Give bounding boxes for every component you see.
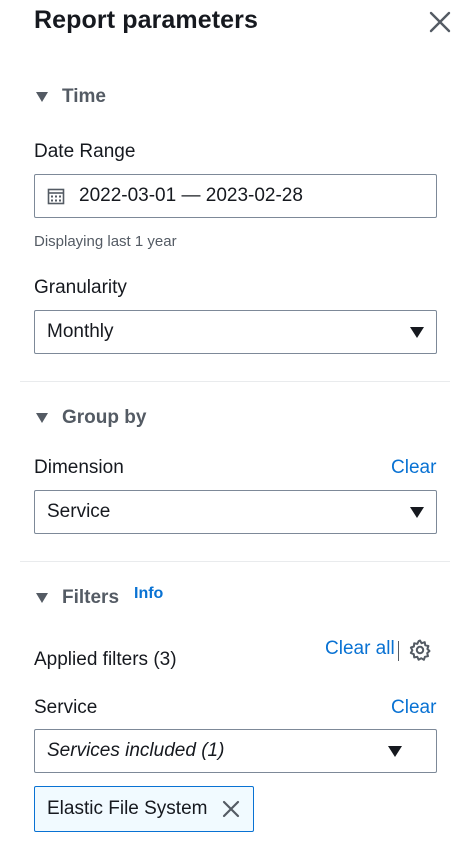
dropdown-arrow-icon xyxy=(388,745,402,757)
granularity-value: Monthly xyxy=(47,321,114,342)
filter-chip: Elastic File System xyxy=(34,786,255,832)
filters-section-toggle[interactable]: Filters xyxy=(34,587,119,609)
link-separator xyxy=(398,641,399,661)
service-clear-link[interactable]: Clear xyxy=(391,697,436,719)
service-filter-value: Services included (1) xyxy=(47,740,225,761)
time-section-heading: Time xyxy=(62,86,107,107)
caret-down-icon xyxy=(36,92,48,102)
applied-filters-label: Applied filters (3) xyxy=(34,649,177,670)
granularity-label: Granularity xyxy=(34,277,127,298)
service-filter-select[interactable]: Services included (1) xyxy=(34,729,437,773)
dimension-clear-link[interactable]: Clear xyxy=(391,457,436,479)
settings-gear-icon[interactable] xyxy=(408,638,432,662)
caret-down-icon xyxy=(36,413,48,423)
date-range-label: Date Range xyxy=(34,141,136,162)
filters-section-heading: Filters xyxy=(62,587,120,608)
panel-title: Report parameters xyxy=(34,6,259,34)
caret-down-icon xyxy=(36,593,48,603)
date-range-value: 2022-03-01 — 2023-02-28 xyxy=(79,185,303,206)
group-by-section-heading: Group by xyxy=(62,407,147,428)
group-by-section-toggle[interactable]: Group by xyxy=(34,407,146,429)
date-range-input[interactable]: 2022-03-01 — 2023-02-28 xyxy=(34,174,437,218)
filter-chip-label: Elastic File System xyxy=(47,798,208,819)
section-divider xyxy=(20,561,450,562)
dimension-select[interactable]: Service xyxy=(34,490,437,534)
remove-chip-icon[interactable] xyxy=(221,799,241,819)
service-filter-label: Service xyxy=(34,697,98,718)
filters-info-link[interactable]: Info xyxy=(134,585,163,603)
dropdown-arrow-icon xyxy=(410,506,424,518)
dimension-value: Service xyxy=(47,501,111,522)
dropdown-arrow-icon xyxy=(410,326,424,338)
section-divider xyxy=(20,381,450,382)
clear-all-filters-link[interactable]: Clear all xyxy=(325,638,395,660)
close-icon[interactable] xyxy=(428,10,452,34)
calendar-icon xyxy=(47,188,65,205)
date-range-hint: Displaying last 1 year xyxy=(34,233,177,250)
dimension-label: Dimension xyxy=(34,457,124,478)
time-section-toggle[interactable]: Time xyxy=(34,86,106,108)
granularity-select[interactable]: Monthly xyxy=(34,310,437,354)
